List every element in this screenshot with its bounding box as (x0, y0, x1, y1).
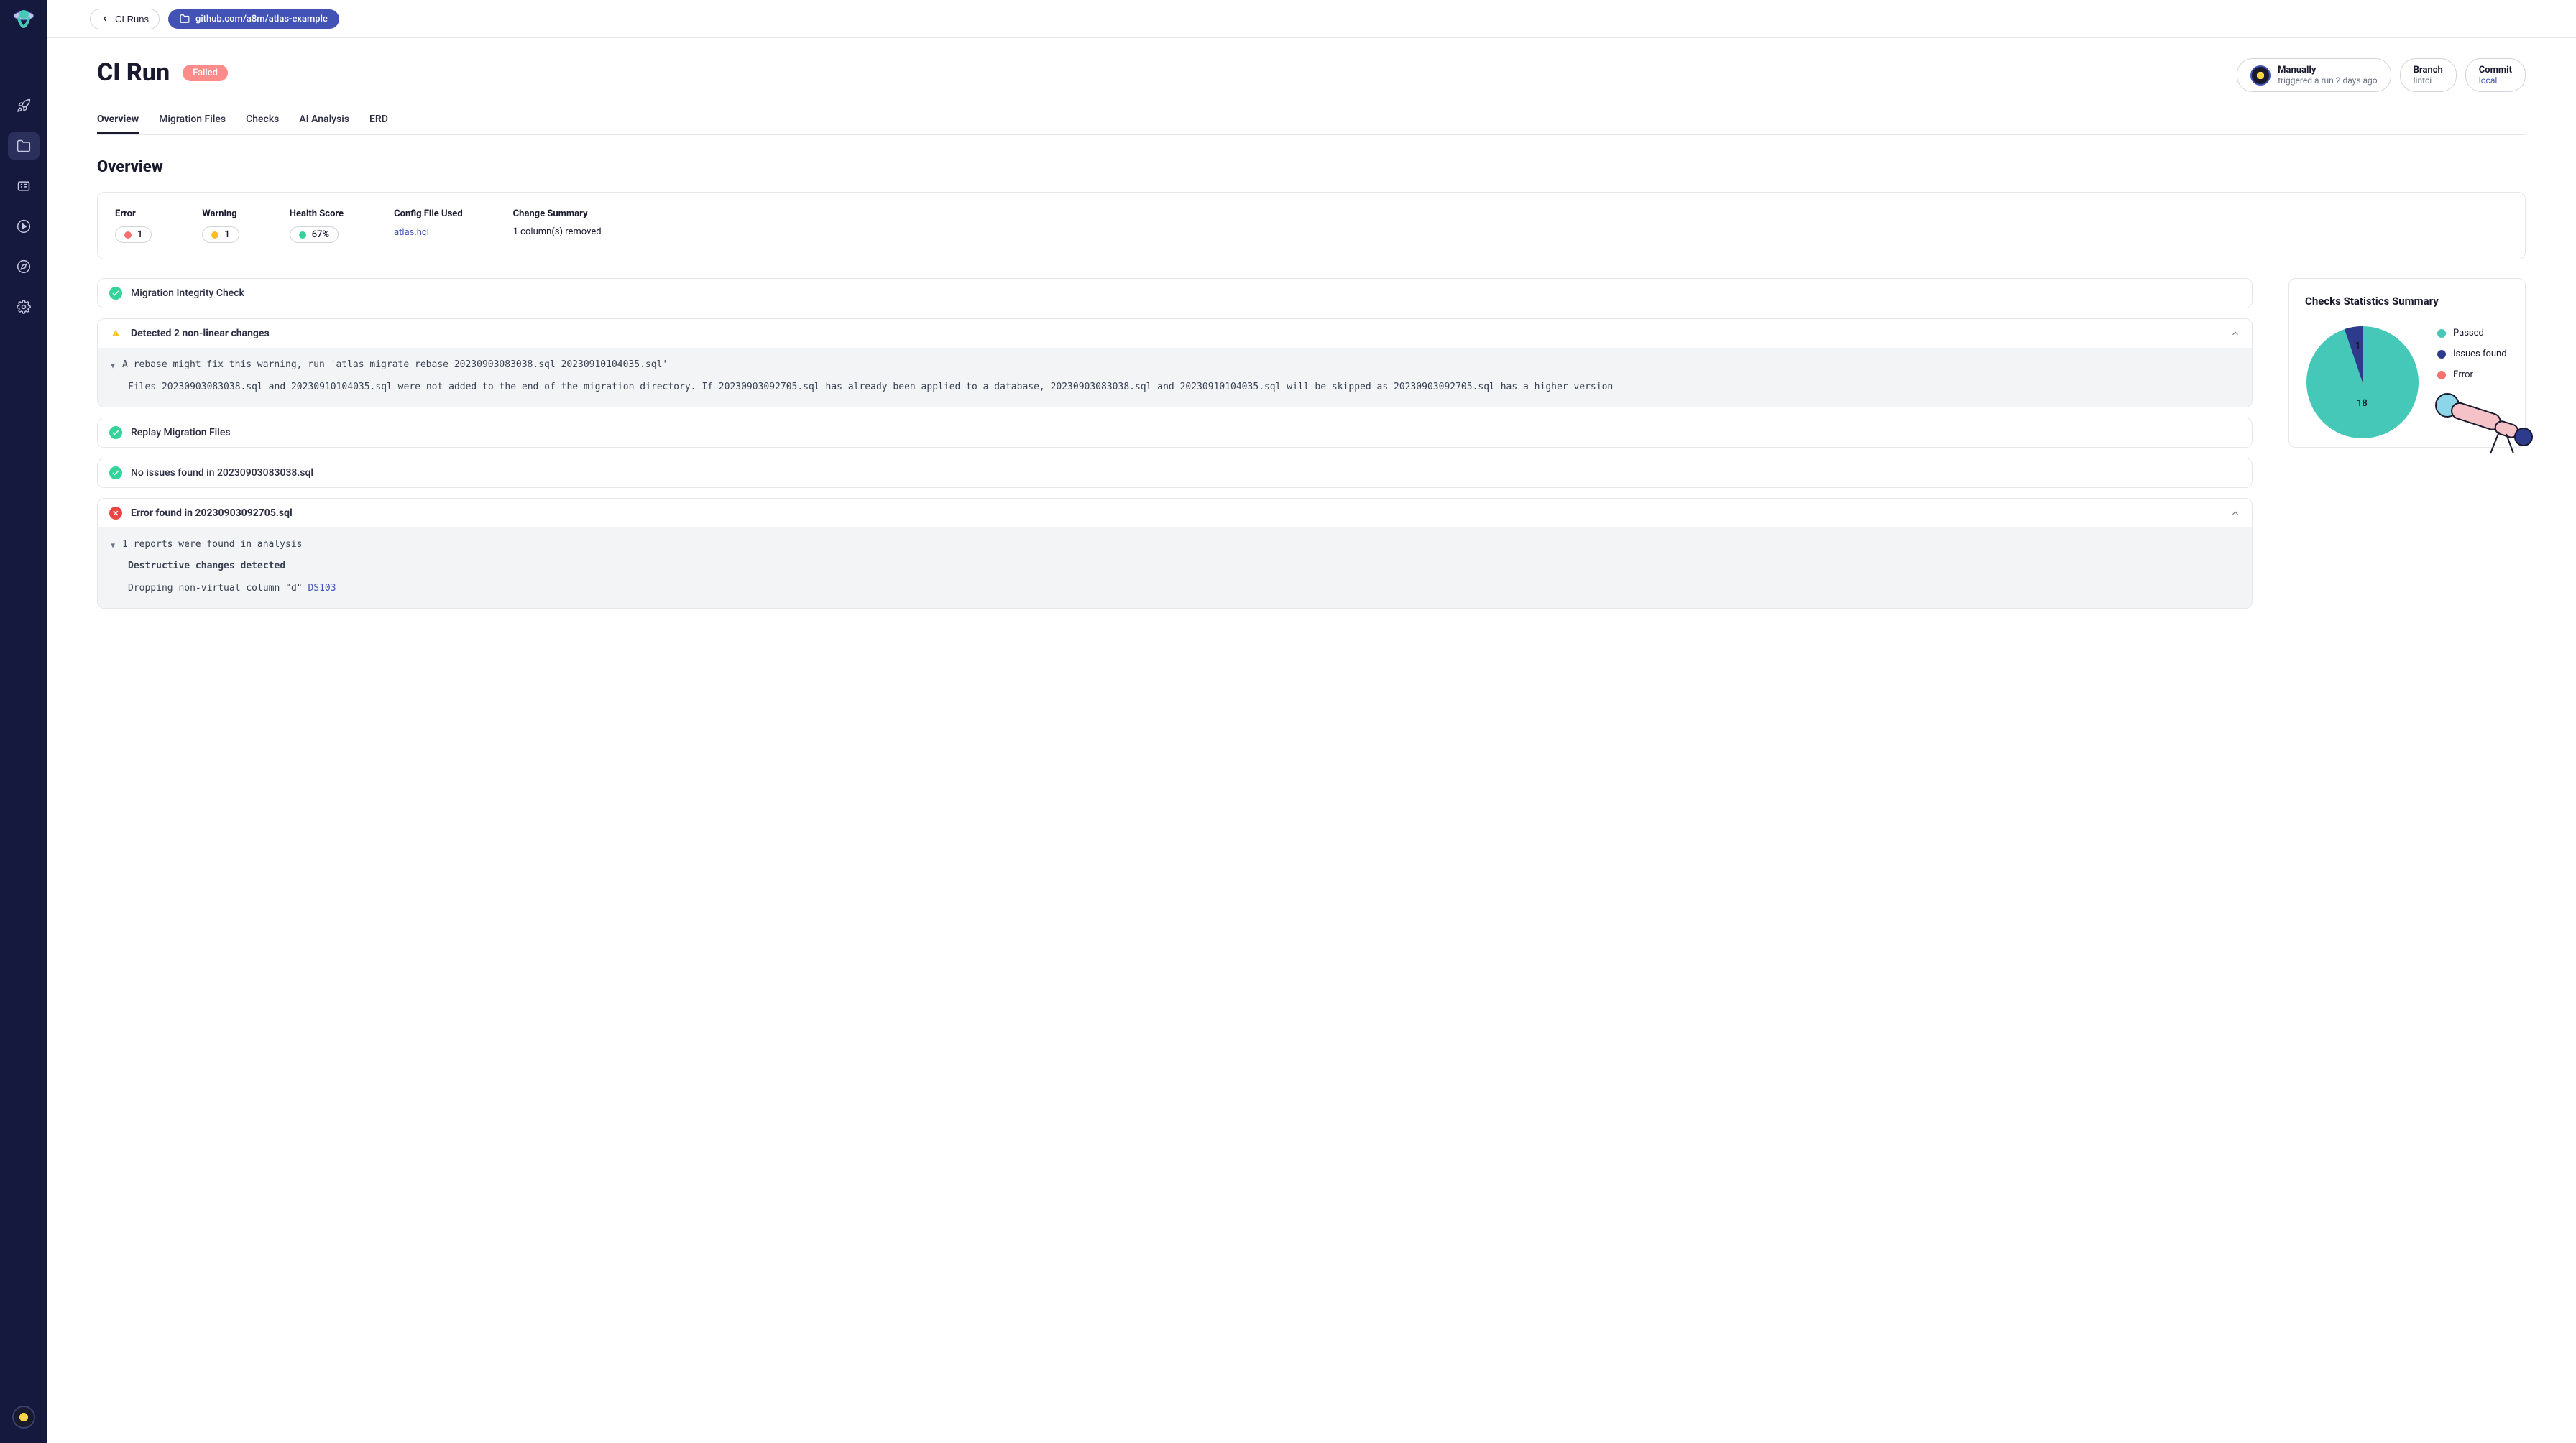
tab-erd[interactable]: ERD (369, 106, 388, 134)
check-body: ▼A rebase might fix this warning, run 'a… (98, 348, 2252, 407)
tab-ai-analysis[interactable]: AI Analysis (299, 106, 349, 134)
check-title: Detected 2 non-linear changes (131, 328, 2222, 339)
section-title: Overview (97, 158, 2526, 176)
chevron-left-icon (101, 14, 109, 23)
config-file-link[interactable]: atlas.hcl (394, 227, 429, 238)
nav-compass-icon[interactable] (8, 253, 40, 280)
repo-chip[interactable]: github.com/a8m/atlas-example (168, 9, 339, 29)
caret-icon: ▼ (111, 361, 115, 373)
nav-list-icon[interactable] (8, 172, 40, 200)
stat-health-label: Health Score (290, 208, 344, 219)
sidebar (0, 0, 47, 1443)
check-error-icon (109, 507, 122, 520)
pie-label-issues: 1 (2355, 341, 2360, 351)
back-label: CI Runs (115, 14, 149, 24)
check-error-head[interactable]: Error found in 20230903092705.sql (98, 499, 2252, 527)
stat-warning-label: Warning (202, 208, 239, 219)
pie-label-passed: 18 (2357, 398, 2368, 409)
check-integrity[interactable]: Migration Integrity Check (97, 278, 2253, 308)
stat-warning-pill: 1 (202, 226, 239, 243)
pie-chart: 1 18 (2305, 325, 2420, 440)
check-ok-icon (109, 466, 122, 479)
nav-rocket-icon[interactable] (8, 92, 40, 119)
legend-dot-issues (2437, 350, 2446, 359)
legend-dot-error (2437, 371, 2446, 379)
stat-health-pill: 67% (290, 226, 339, 243)
nav-folder-icon[interactable] (8, 132, 40, 160)
check-error: Error found in 20230903092705.sql ▼1 rep… (97, 498, 2253, 609)
change-summary-value: 1 column(s) removed (513, 226, 602, 237)
check-ok-icon (109, 426, 122, 439)
summary-title: Checks Statistics Summary (2305, 295, 2509, 308)
telescope-illustration (2434, 392, 2535, 460)
commit-chip: Commit local (2465, 58, 2526, 92)
user-avatar[interactable] (12, 1406, 35, 1429)
tabs: Overview Migration Files Checks AI Analy… (97, 106, 2526, 135)
branch-title: Branch (2414, 65, 2443, 75)
legend-dot-passed (2437, 329, 2446, 338)
repo-name: github.com/a8m/atlas-example (196, 14, 328, 24)
check-nonlinear-head[interactable]: Detected 2 non-linear changes (98, 319, 2252, 348)
check-ok-icon (109, 287, 122, 300)
tab-checks[interactable]: Checks (246, 106, 279, 134)
error-dot-icon (124, 231, 132, 239)
check-title: Error found in 20230903092705.sql (131, 507, 2222, 519)
warning-dot-icon (211, 231, 218, 239)
check-nonlinear: Detected 2 non-linear changes ▼A rebase … (97, 318, 2253, 407)
stats-card: Error 1 Warning 1 Health Score 67% Confi… (97, 192, 2526, 259)
caret-icon: ▼ (111, 540, 115, 553)
logo (9, 7, 39, 37)
page-title: CI Run (97, 58, 170, 87)
topbar: CI Runs github.com/a8m/atlas-example (47, 0, 2576, 38)
folder-small-icon (180, 14, 190, 24)
commit-value[interactable]: local (2479, 75, 2512, 86)
branch-chip: Branch lintci (2400, 58, 2457, 92)
chevron-up-icon (2230, 508, 2240, 518)
trigger-subtitle: triggered a run 2 days ago (2278, 75, 2378, 86)
back-button[interactable]: CI Runs (90, 9, 160, 29)
tab-overview[interactable]: Overview (97, 106, 139, 134)
chevron-up-icon (2230, 328, 2240, 338)
trigger-title: Manually (2278, 65, 2378, 75)
health-dot-icon (299, 231, 306, 239)
nav-gear-icon[interactable] (8, 293, 40, 321)
legend: Passed Issues found Error (2437, 328, 2507, 380)
stat-error-pill: 1 (115, 226, 152, 243)
check-title: Migration Integrity Check (131, 287, 2240, 299)
check-title: No issues found in 20230903083038.sql (131, 467, 2240, 479)
stat-change-label: Change Summary (513, 208, 602, 219)
branch-value: lintci (2414, 75, 2443, 86)
stat-config-label: Config File Used (394, 208, 463, 219)
error-code-link[interactable]: DS103 (308, 583, 336, 594)
check-title: Replay Migration Files (131, 427, 2240, 438)
tab-migration-files[interactable]: Migration Files (159, 106, 226, 134)
check-warn-icon (109, 327, 122, 340)
commit-title: Commit (2479, 65, 2512, 75)
status-badge: Failed (183, 65, 228, 81)
stat-error-label: Error (115, 208, 152, 219)
checks-summary-card: Checks Statistics Summary 1 18 (2288, 278, 2526, 448)
check-replay[interactable]: Replay Migration Files (97, 418, 2253, 448)
trigger-avatar (2250, 65, 2271, 86)
trigger-chip: Manually triggered a run 2 days ago (2237, 58, 2391, 92)
check-body: ▼1 reports were found in analysis Destru… (98, 527, 2252, 608)
check-noissues[interactable]: No issues found in 20230903083038.sql (97, 458, 2253, 488)
nav-play-icon[interactable] (8, 213, 40, 240)
